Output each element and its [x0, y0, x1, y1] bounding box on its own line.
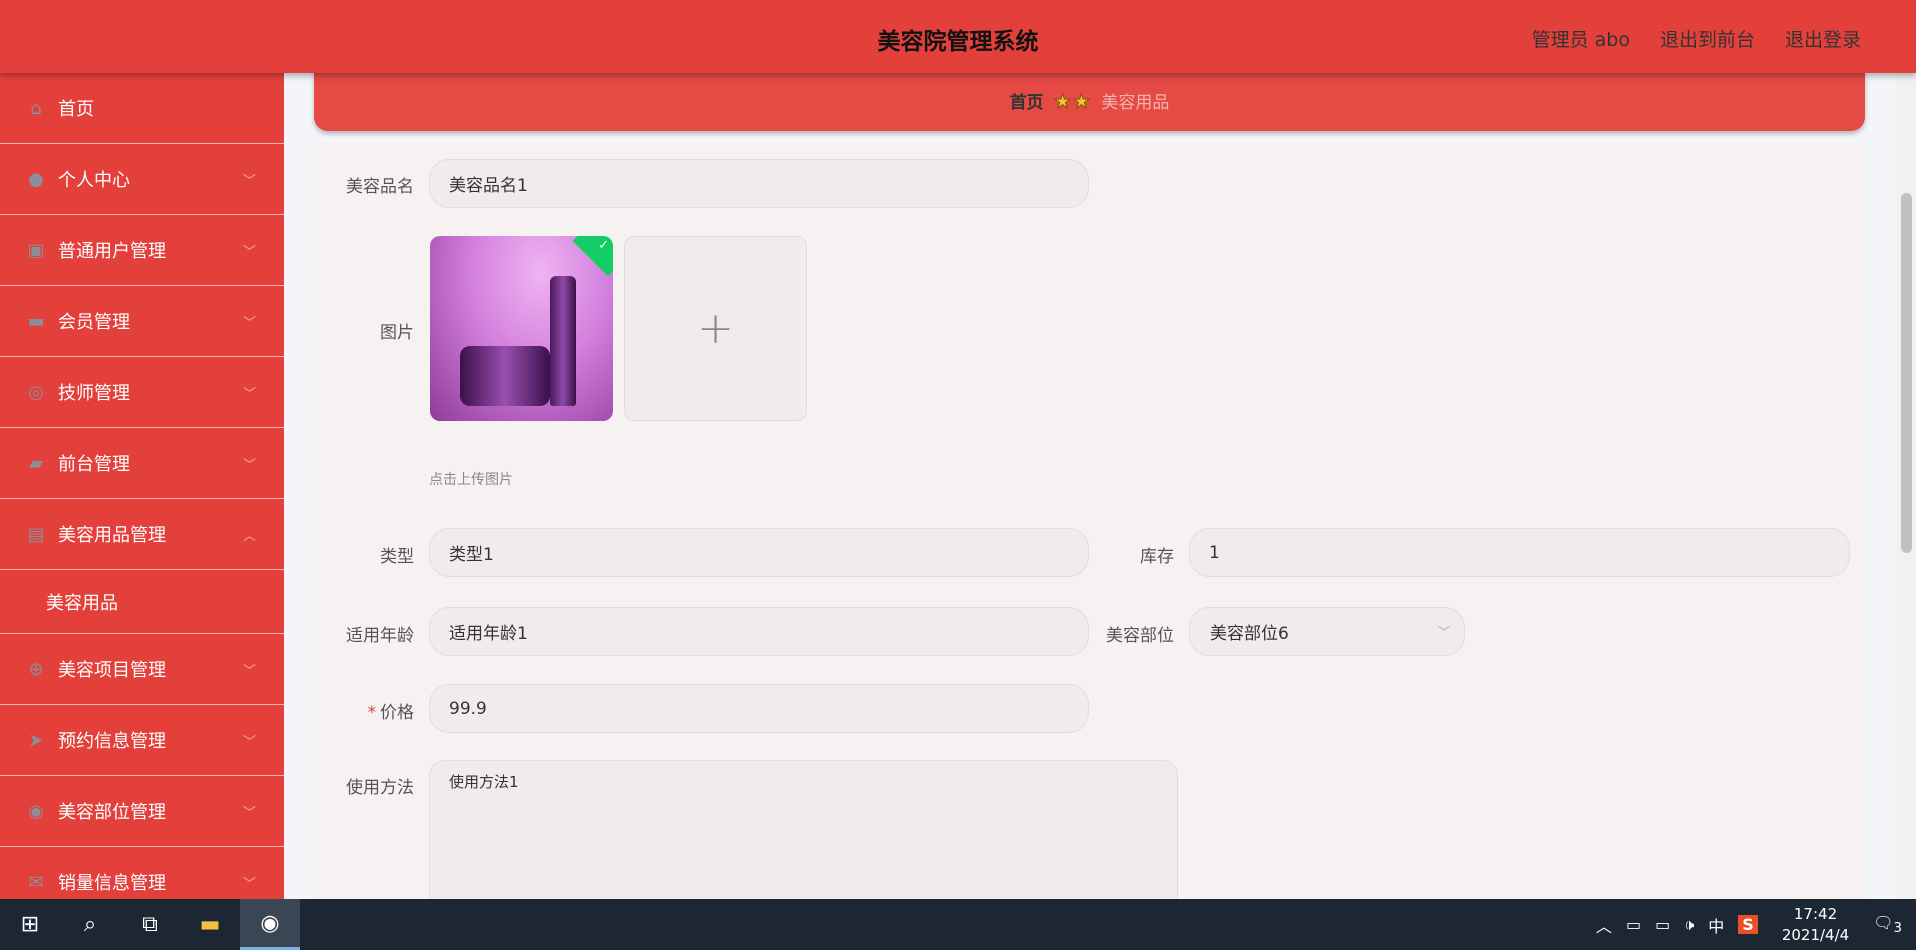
- stock-input[interactable]: 1: [1189, 528, 1850, 577]
- sidebar-item[interactable]: ▰ 前台管理 ﹀: [0, 428, 284, 499]
- sidebar-item-label: 前台管理: [58, 454, 130, 475]
- part-select[interactable]: 美容部位6 ﹀: [1189, 607, 1465, 656]
- clock-time: 17:42: [1793, 904, 1838, 923]
- chevron-down-icon: ﹀: [1437, 625, 1450, 639]
- sidebar-item-label: 美容部位管理: [58, 802, 166, 823]
- exit-to-front-link[interactable]: 退出到前台: [1660, 25, 1755, 52]
- scrollbar-thumb[interactable]: [1901, 193, 1912, 553]
- part-select-value: 美容部位6: [1210, 624, 1289, 644]
- clipboard-icon: ▣: [27, 239, 45, 261]
- name-label: 美容品名: [346, 177, 414, 197]
- clock-date: 2021/4/4: [1781, 925, 1850, 944]
- network-icon[interactable]: ▭: [1655, 915, 1670, 934]
- sidebar-item[interactable]: ⌂ 首页: [0, 73, 284, 144]
- chevron-down-icon: ﹀: [242, 876, 256, 892]
- check-icon: ✓: [598, 238, 609, 253]
- age-label: 适用年龄: [346, 626, 414, 646]
- chrome-icon[interactable]: ◉: [240, 899, 300, 950]
- sidebar-item-label: 首页: [58, 99, 94, 120]
- notification-count: 3: [1893, 921, 1902, 937]
- image-label: 图片: [380, 323, 414, 343]
- document-icon: ▤: [27, 523, 45, 545]
- user-icon: ●: [28, 168, 44, 190]
- sidebar-item-label: 会员管理: [58, 312, 130, 333]
- uploaded-product-image[interactable]: ✓: [430, 236, 613, 421]
- sidebar-item[interactable]: ▣ 普通用户管理 ﹀: [0, 215, 284, 286]
- age-input[interactable]: 适用年龄1: [429, 607, 1089, 656]
- sidebar-item[interactable]: ➤ 预约信息管理 ﹀: [0, 705, 284, 776]
- sidebar-item-label: 美容用品管理: [58, 525, 166, 546]
- price-label: * 价格: [314, 698, 415, 723]
- navigation-icon: ➤: [28, 729, 44, 751]
- sidebar-item-label: 预约信息管理: [58, 731, 166, 752]
- breadcrumb-home[interactable]: 首页: [1010, 88, 1044, 113]
- price-input[interactable]: 99.9: [429, 684, 1089, 733]
- lifebuoy-icon: ◉: [28, 800, 44, 822]
- sidebar-item[interactable]: ◎ 技师管理 ﹀: [0, 357, 284, 428]
- price-label-text: 价格: [380, 703, 414, 723]
- ime-indicator[interactable]: 中: [1708, 913, 1724, 937]
- sidebar-item[interactable]: ⊕ 美容项目管理 ﹀: [0, 634, 284, 705]
- windows-start-icon[interactable]: ⊞: [0, 899, 60, 950]
- briefcase-icon: ▬: [27, 310, 45, 332]
- file-explorer-icon[interactable]: ▬: [180, 899, 240, 950]
- breadcrumb-current: 美容用品: [1101, 93, 1170, 113]
- upload-hint: 点击上传图片: [429, 472, 513, 488]
- type-input[interactable]: 类型1: [429, 528, 1089, 577]
- top-header: 美容院管理系统 管理员 abo 退出到前台 退出登录: [0, 0, 1916, 73]
- sidebar-item[interactable]: ▤ 美容用品管理 ︿: [0, 499, 284, 570]
- wallet-icon: ▰: [29, 452, 43, 474]
- chevron-down-icon: ﹀: [242, 244, 256, 260]
- name-input[interactable]: 美容品名1: [429, 159, 1089, 208]
- chevron-down-icon: ﹀: [242, 805, 256, 821]
- windows-taskbar: ⊞ ⌕ ⧉ ▬ ◉ ︿ ▭ ▭ 🕩 中 S 17:42 2021/4/4 🗨3: [0, 899, 1916, 950]
- upload-add-button[interactable]: +: [624, 236, 807, 421]
- sogou-icon[interactable]: S: [1738, 915, 1758, 934]
- aim-icon: ⊕: [28, 658, 44, 680]
- battery-icon[interactable]: ▭: [1626, 915, 1641, 934]
- page-scrollbar[interactable]: [1897, 73, 1916, 899]
- sidebar-item[interactable]: ▬ 会员管理 ﹀: [0, 286, 284, 357]
- message-icon: ✉: [28, 871, 44, 893]
- sidebar: ⌂ 首页 ● 个人中心 ﹀ ▣ 普通用户管理 ﹀ ▬ 会员管理 ﹀ ◎ 技师管理 ﹀ ▰ 前台管理 ﹀ ▤ 美容用品…: [0, 73, 284, 899]
- notification-icon[interactable]: 🗨3: [1873, 913, 1902, 936]
- chevron-down-icon: ﹀: [242, 386, 256, 402]
- sidebar-item-label: 销量信息管理: [58, 873, 166, 894]
- sidebar-item-label: 技师管理: [58, 383, 130, 404]
- chevron-down-icon: ﹀: [242, 315, 256, 331]
- chevron-down-icon: ﹀: [242, 734, 256, 750]
- star-separator-icon: ★★: [1053, 88, 1092, 113]
- sidebar-item[interactable]: ● 个人中心 ﹀: [0, 144, 284, 215]
- sidebar-item[interactable]: ◉ 美容部位管理 ﹀: [0, 776, 284, 847]
- sidebar-item-label: 个人中心: [58, 170, 130, 191]
- sidebar-subitem-beauty-products[interactable]: 美容用品: [0, 570, 284, 634]
- sidebar-item-label: 美容项目管理: [58, 660, 166, 681]
- chevron-down-icon: ﹀: [242, 457, 256, 473]
- type-label: 类型: [380, 547, 414, 567]
- part-label: 美容部位: [1106, 626, 1174, 646]
- clock[interactable]: 17:42 2021/4/4: [1782, 904, 1849, 946]
- home-icon: ⌂: [30, 97, 42, 119]
- chevron-down-icon: ﹀: [242, 173, 256, 189]
- sidebar-item-label: 普通用户管理: [58, 241, 166, 262]
- breadcrumb: 首页 ★★ 美容用品: [314, 70, 1865, 131]
- usage-textarea[interactable]: 使用方法1: [429, 760, 1178, 920]
- sidebar-item[interactable]: ✉ 销量信息管理 ﹀: [0, 847, 284, 899]
- admin-user-label: 管理员 abo: [1531, 29, 1630, 51]
- chevron-down-icon: ﹀: [242, 663, 256, 679]
- usage-label: 使用方法: [346, 778, 414, 798]
- tray-expand-icon[interactable]: ︿: [1596, 913, 1612, 937]
- product-form: 美容品名 美容品名1 图片 ✓ + 点击上传图片 类型 类型1 库存 1 适用年…: [314, 143, 1865, 920]
- task-view-icon[interactable]: ⧉: [120, 899, 180, 950]
- stock-label: 库存: [1140, 547, 1174, 567]
- required-mark: *: [367, 703, 377, 723]
- chevron-up-icon: ︿: [242, 528, 256, 544]
- gauge-icon: ◎: [28, 381, 44, 403]
- volume-icon[interactable]: 🕩: [1684, 915, 1694, 935]
- logout-link[interactable]: 退出登录: [1785, 25, 1861, 52]
- search-icon[interactable]: ⌕: [60, 899, 120, 950]
- plus-icon: +: [697, 303, 734, 354]
